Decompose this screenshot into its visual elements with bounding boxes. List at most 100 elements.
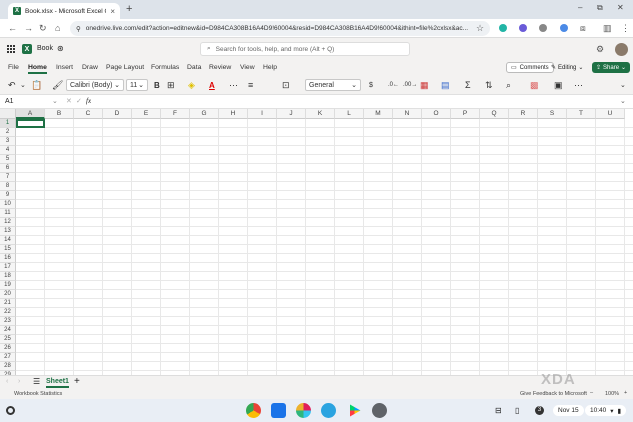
address-bar[interactable]: ⚲ onedrive.live.com/edit?action=editnew&… [70, 21, 490, 36]
tab-formulas[interactable]: Formulas [151, 64, 179, 71]
row-header-16[interactable]: 16 [0, 254, 16, 263]
extensions-puzzle-icon[interactable]: ⧈ [580, 23, 586, 34]
files-app-icon[interactable] [271, 403, 286, 418]
next-sheet-icon[interactable]: › [18, 378, 20, 385]
find-icon[interactable]: ⌕ [506, 79, 511, 91]
workbook-statistics[interactable]: Workbook Statistics [14, 391, 62, 397]
cell-styles-icon[interactable]: ▣ [554, 79, 563, 91]
minimize-window-icon[interactable]: – [578, 3, 582, 12]
extension-gray-icon[interactable] [539, 24, 547, 32]
column-header-c[interactable]: C [74, 109, 103, 119]
notification-badge-icon[interactable]: 3 [535, 406, 544, 415]
column-header-n[interactable]: N [393, 109, 422, 119]
row-header-5[interactable]: 5 [0, 155, 16, 164]
zoom-in-icon[interactable]: + [624, 390, 627, 396]
tab-review[interactable]: Review [209, 64, 231, 71]
date-tray[interactable]: Nov 15 [553, 405, 584, 416]
phone-hub-icon[interactable]: ▯ [515, 406, 519, 415]
row-header-4[interactable]: 4 [0, 146, 16, 155]
column-header-f[interactable]: F [161, 109, 190, 119]
row-header-11[interactable]: 11 [0, 209, 16, 218]
column-header-o[interactable]: O [422, 109, 451, 119]
row-header-20[interactable]: 20 [0, 290, 16, 299]
font-color-icon[interactable]: A [209, 79, 215, 91]
account-avatar[interactable] [615, 43, 628, 56]
row-header-17[interactable]: 17 [0, 263, 16, 272]
browser-tab[interactable]: X Book.xlsx - Microsoft Excel Onl × [8, 3, 120, 19]
column-header-q[interactable]: Q [480, 109, 509, 119]
spreadsheet-grid[interactable]: ABCDEFGHIJKLMNOPQRSTU 1 2 3 4 5 6 7 8 9 10 11 12 13 1… [0, 109, 633, 375]
play-store-app-icon[interactable] [350, 404, 361, 417]
fill-color-icon[interactable]: ◈ [188, 79, 195, 91]
home-icon[interactable]: ⌂ [55, 23, 60, 33]
forward-icon[interactable]: → [24, 23, 33, 33]
zoom-out-icon[interactable]: – [590, 390, 593, 396]
back-icon[interactable]: ← [8, 23, 17, 33]
row-header-19[interactable]: 19 [0, 281, 16, 290]
insert-function-button[interactable]: fx [86, 97, 91, 105]
column-header-p[interactable]: P [451, 109, 480, 119]
row-header-25[interactable]: 25 [0, 335, 16, 344]
font-family-dropdown[interactable]: Calibri (Body) ⌄ [66, 79, 124, 91]
doc-status-icon[interactable]: ⊛ [57, 44, 64, 53]
undo-dropdown-icon[interactable]: ⌄ [20, 79, 26, 91]
align-icon[interactable]: ≡ [248, 79, 253, 91]
reload-icon[interactable]: ↻ [39, 23, 47, 34]
extension-purple-icon[interactable] [519, 24, 527, 32]
side-panel-icon[interactable]: ▥ [603, 23, 612, 34]
column-header-j[interactable]: J [277, 109, 306, 119]
format-as-table-icon[interactable]: ▤ [441, 79, 450, 91]
select-all-corner[interactable] [0, 109, 16, 119]
name-box-dropdown-icon[interactable]: ⌄ [52, 97, 58, 105]
row-header-6[interactable]: 6 [0, 164, 16, 173]
sheet-tab-sheet1[interactable]: Sheet1 [46, 378, 69, 388]
tab-home[interactable]: Home [28, 64, 47, 74]
ribbon-more-icon[interactable]: ⋯ [574, 79, 583, 91]
undo-icon[interactable]: ↶ [8, 79, 16, 91]
autosum-icon[interactable]: Σ [465, 79, 471, 91]
decrease-decimal-icon[interactable]: .00→ [403, 79, 417, 91]
format-painter-icon[interactable]: 🖌 [52, 79, 63, 91]
excel-logo-icon[interactable]: X [22, 44, 32, 54]
column-header-g[interactable]: G [190, 109, 219, 119]
comments-button[interactable]: ▭ Comments [506, 62, 554, 73]
search-box[interactable]: ⌕ Search for tools, help, and more (Alt … [200, 42, 410, 56]
settings-gear-icon[interactable]: ⚙ [596, 44, 604, 55]
chrome-app-icon[interactable] [246, 403, 261, 418]
slack-app-icon[interactable] [296, 403, 311, 418]
name-box[interactable]: A1 [5, 98, 14, 105]
insert-cells-icon[interactable]: ▩ [530, 79, 539, 91]
share-button[interactable]: ⇪ Share ⌄ [592, 62, 631, 73]
close-tab-icon[interactable]: × [110, 7, 115, 16]
row-header-3[interactable]: 3 [0, 137, 16, 146]
telegram-app-icon[interactable] [321, 403, 336, 418]
row-header-18[interactable]: 18 [0, 272, 16, 281]
column-header-h[interactable]: H [219, 109, 248, 119]
sort-filter-icon[interactable]: ⇅ [485, 79, 493, 91]
browser-menu-icon[interactable]: ⋮ [621, 23, 630, 34]
borders-icon[interactable]: ⊞ [167, 79, 175, 91]
site-info-icon[interactable]: ⚲ [76, 25, 81, 33]
active-cell-a1[interactable] [16, 119, 45, 128]
column-header-r[interactable]: R [509, 109, 538, 119]
column-header-a[interactable]: A [16, 109, 45, 119]
tab-file[interactable]: File [8, 64, 19, 71]
cancel-entry-icon[interactable]: ✕ [66, 97, 72, 105]
prev-sheet-icon[interactable]: ‹ [6, 378, 8, 385]
tab-view[interactable]: View [240, 64, 255, 71]
column-header-i[interactable]: I [248, 109, 277, 119]
formula-input[interactable] [98, 97, 618, 107]
launcher-icon[interactable] [6, 406, 15, 415]
extension-blue-icon[interactable] [560, 24, 568, 32]
row-header-15[interactable]: 15 [0, 245, 16, 254]
row-header-8[interactable]: 8 [0, 182, 16, 191]
row-header-7[interactable]: 7 [0, 173, 16, 182]
row-header-10[interactable]: 10 [0, 200, 16, 209]
row-header-23[interactable]: 23 [0, 317, 16, 326]
row-header-22[interactable]: 22 [0, 308, 16, 317]
tab-help[interactable]: Help [263, 64, 277, 71]
column-header-d[interactable]: D [103, 109, 132, 119]
zoom-level[interactable]: 100% [605, 391, 619, 397]
number-format-dropdown[interactable]: General ⌄ [305, 79, 361, 91]
column-header-m[interactable]: M [364, 109, 393, 119]
